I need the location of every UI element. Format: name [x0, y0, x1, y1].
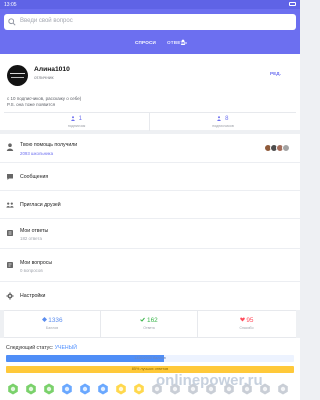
- user-icon[interactable]: [180, 39, 186, 45]
- username: Алина1010: [34, 66, 70, 73]
- profile-bio-line: P.S. она тоже появится: [7, 102, 56, 107]
- tab-bar: СПРОСИ ОТВЕТЬ: [0, 33, 300, 53]
- following-label: подписчиков: [212, 124, 234, 128]
- status-time: 13:05: [4, 2, 17, 8]
- help-title: Твою помощь получили: [20, 142, 78, 148]
- stat-answers: 162 Ответа: [101, 311, 198, 337]
- points-value: 1336: [4, 317, 100, 324]
- thanks-label: Спасибо: [239, 326, 254, 330]
- thanks-count: 95: [198, 317, 295, 324]
- hex-green-badge: [43, 382, 55, 396]
- hex-yellow-badge: [115, 382, 127, 396]
- menu-item-invite[interactable]: Пригласи друзей: [0, 191, 300, 219]
- answers-label: Ответа: [143, 326, 155, 330]
- avatar[interactable]: [7, 65, 28, 86]
- check-icon: [140, 317, 146, 322]
- follow-stats: 1 подписчик 8 подписчиков: [4, 112, 296, 131]
- heart-icon: [239, 317, 245, 322]
- avatar-decor-line: [11, 77, 24, 78]
- points-progress-text: 1336/2000 баллов: [134, 356, 166, 360]
- diamond-icon: [41, 317, 47, 322]
- menu-item-answers[interactable]: Мои ответы 182 ответа: [0, 219, 300, 249]
- tab-ask[interactable]: СПРОСИ: [135, 40, 156, 45]
- hex-green-badge: [25, 382, 37, 396]
- person-icon: [6, 143, 14, 151]
- messages-title: Сообщения: [20, 174, 49, 180]
- answers-icon: [7, 230, 13, 236]
- gear-icon: [6, 292, 14, 300]
- answers-count: 162: [101, 317, 197, 324]
- search-bar[interactable]: Введи свой вопрос: [4, 14, 296, 30]
- hex-gray-badge: [277, 382, 289, 396]
- hex-yellow-badge: [133, 382, 145, 396]
- stat-points: 1336 Баллов: [4, 311, 101, 337]
- menu-item-messages[interactable]: Сообщения: [0, 163, 300, 191]
- profile-bio-line: с 10 подписчиков, расскажу о себе): [7, 96, 82, 101]
- menu-item-questions[interactable]: Мои вопросы 0 вопросов: [0, 249, 300, 282]
- next-status: Следующий статус: УЧЕНЫЙ: [6, 345, 77, 351]
- questions-subtitle: 0 вопросов: [20, 268, 43, 273]
- stats-bar: 1336 Баллов 162 Ответа 95 Спасибо: [4, 310, 296, 338]
- points-label: Баллов: [45, 326, 59, 330]
- stat-thanks: 95 Спасибо: [198, 311, 295, 337]
- hex-blue-badge: [61, 382, 73, 396]
- settings-title: Настройки: [20, 293, 46, 299]
- best-answers-progress-text: 85% лучших ответов: [131, 367, 169, 371]
- watermark: onlinepower.ru: [156, 372, 263, 389]
- battery-icon: [289, 2, 296, 6]
- next-status-panel: Следующий статус: УЧЕНЫЙ 1336/2000 балло…: [0, 338, 300, 400]
- next-status-label: Следующий статус:: [6, 345, 54, 351]
- people-icon: [217, 116, 222, 121]
- profile-card: Алина1010 отличник РЕД. с 10 подписчиков…: [0, 54, 300, 131]
- user-rank: отличник: [34, 75, 54, 80]
- help-subtitle: 2093 школьника: [20, 151, 54, 156]
- answers-title: Мои ответы: [20, 228, 49, 234]
- followers-label: подписчик: [67, 124, 86, 128]
- people-icon: [71, 116, 75, 121]
- hex-green-badge: [7, 382, 19, 396]
- menu-item-settings[interactable]: Настройки: [0, 282, 300, 310]
- chat-icon: [7, 174, 13, 180]
- edit-profile-button[interactable]: РЕД.: [270, 71, 281, 76]
- helped-avatars: [264, 144, 290, 152]
- answers-subtitle: 182 ответа: [20, 236, 42, 241]
- search-icon: [8, 18, 16, 26]
- points-progress-bar: 1336/2000 баллов: [6, 355, 294, 362]
- menu-list: Твою помощь получили 2093 школьника Сооб…: [0, 134, 300, 310]
- hex-blue-badge: [97, 382, 109, 396]
- questions-title: Мои вопросы: [20, 260, 53, 266]
- menu-item-help[interactable]: Твою помощь получили 2093 школьника: [0, 134, 300, 163]
- followers-box[interactable]: 1 подписчик: [4, 113, 150, 131]
- mini-avatar: [282, 144, 290, 152]
- following-count: 8: [150, 116, 296, 122]
- hex-blue-badge: [79, 382, 91, 396]
- invite-friends-icon: [6, 202, 14, 208]
- following-box[interactable]: 8 подписчиков: [150, 113, 296, 131]
- next-status-value: УЧЕНЫЙ: [54, 345, 77, 351]
- invite-title: Пригласи друзей: [20, 202, 61, 208]
- questions-icon: [7, 262, 13, 268]
- followers-count: 1: [4, 116, 149, 122]
- status-bar: 13:05: [0, 0, 300, 9]
- top-header: Введи свой вопрос СПРОСИ ОТВЕТЬ: [0, 9, 300, 54]
- search-placeholder: Введи свой вопрос: [20, 18, 73, 24]
- avatar-decor-line: [10, 73, 25, 74]
